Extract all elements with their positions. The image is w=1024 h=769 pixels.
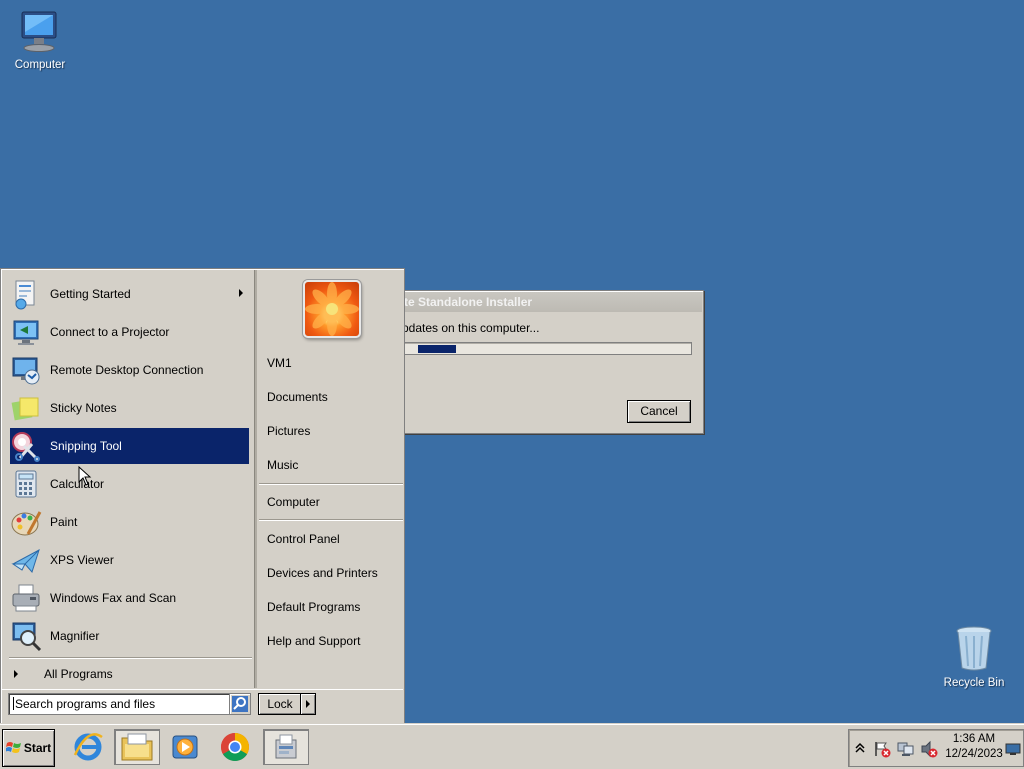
submenu-arrow-icon [239, 289, 243, 297]
progress-fill [418, 345, 456, 353]
lock-button[interactable]: Lock [258, 693, 302, 715]
projector-icon [10, 316, 42, 348]
start-label: Start [23, 741, 52, 755]
taskbar-installer[interactable] [263, 729, 309, 765]
program-magnifier[interactable]: Magnifier [10, 618, 249, 654]
windows-logo-icon [5, 742, 21, 753]
desktop-icon-recycle-bin[interactable]: Recycle Bin [934, 624, 1014, 689]
system-clock[interactable]: 1:36 AM 12/24/2023 [945, 732, 1003, 762]
place-computer[interactable]: Computer [267, 495, 320, 509]
chevron-right-icon [306, 700, 310, 708]
magnifier-icon [10, 620, 42, 652]
program-xps-viewer[interactable]: XPS Viewer [10, 542, 249, 578]
start-menu: Getting Started Connect to a Projector R… [0, 268, 405, 724]
desktop-icon-computer[interactable]: Computer [0, 8, 80, 71]
fax-scan-icon [10, 582, 42, 614]
search-icon [232, 696, 248, 712]
program-label: Paint [50, 515, 78, 529]
search-input[interactable]: Search programs and files [8, 693, 230, 715]
place-pictures[interactable]: Pictures [267, 424, 310, 438]
place-help-support[interactable]: Help and Support [267, 634, 360, 648]
desktop-icon-label: Recycle Bin [943, 677, 1005, 689]
place-documents[interactable]: Documents [267, 390, 328, 404]
program-snipping-tool[interactable]: Snipping Tool [10, 428, 249, 464]
places-divider [259, 483, 403, 485]
programs-list: Getting Started Connect to a Projector R… [2, 270, 254, 688]
internet-explorer-icon [73, 733, 103, 761]
text-caret [13, 697, 14, 710]
programs-divider [9, 657, 252, 659]
program-remote-desktop[interactable]: Remote Desktop Connection [10, 352, 249, 388]
clock-time: 1:36 AM [952, 733, 996, 745]
program-label: Connect to a Projector [50, 325, 170, 339]
dialog-title-text: te Standalone Installer [404, 295, 533, 309]
flower-icon [305, 282, 359, 336]
place-default-programs[interactable]: Default Programs [267, 600, 360, 614]
computer-icon [21, 11, 57, 52]
action-center-flag-icon[interactable] [873, 740, 891, 758]
mouse-cursor-icon [78, 466, 92, 486]
chrome-icon [221, 733, 249, 761]
media-player-icon [172, 735, 198, 759]
place-user-folder[interactable]: VM1 [267, 356, 292, 370]
program-label: Getting Started [50, 287, 131, 301]
program-label: Magnifier [50, 629, 100, 643]
taskbar-windows-explorer[interactable] [114, 729, 160, 765]
xps-viewer-icon [10, 544, 42, 576]
calculator-icon [10, 468, 42, 500]
program-label: XPS Viewer [50, 553, 114, 567]
program-connect-projector[interactable]: Connect to a Projector [10, 314, 249, 350]
notification-area: 1:36 AM 12/24/2023 [848, 729, 1024, 767]
user-picture[interactable] [303, 280, 361, 338]
dialog-message: pdates on this computer... [402, 321, 540, 335]
volume-muted-icon[interactable] [920, 740, 938, 758]
search-placeholder: Search programs and files [15, 697, 156, 711]
all-programs-button[interactable]: All Programs [10, 664, 250, 684]
progress-bar [402, 342, 692, 355]
program-calculator[interactable]: Calculator [10, 466, 249, 502]
clock-date: 12/24/2023 [945, 748, 1003, 760]
taskbar-media-player[interactable] [162, 729, 208, 765]
start-button[interactable]: Start [2, 729, 55, 767]
sticky-notes-icon [10, 392, 42, 424]
remote-desktop-icon [10, 354, 42, 386]
recycle-bin-icon [956, 626, 992, 671]
program-paint[interactable]: Paint [10, 504, 249, 540]
getting-started-icon [10, 278, 42, 310]
place-music[interactable]: Music [267, 458, 298, 472]
taskbar: Start 1:36 AM 12/24/2023 [0, 724, 1024, 769]
taskbar-chrome[interactable] [212, 729, 258, 765]
program-label: Snipping Tool [50, 439, 122, 453]
paint-icon [10, 506, 42, 538]
show-desktop-icon[interactable] [1005, 742, 1021, 758]
snipping-tool-icon [10, 430, 42, 462]
show-hidden-icons-chevron-icon[interactable] [854, 741, 870, 757]
program-label: Sticky Notes [50, 401, 117, 415]
place-control-panel[interactable]: Control Panel [267, 532, 340, 546]
taskbar-internet-explorer[interactable] [65, 729, 111, 765]
places-divider [259, 519, 403, 521]
place-devices-printers[interactable]: Devices and Printers [267, 566, 378, 580]
places-pane: VM1 Documents Pictures Music Computer Co… [257, 270, 403, 688]
windows-explorer-icon [121, 733, 153, 761]
program-getting-started[interactable]: Getting Started [10, 276, 249, 312]
cancel-button[interactable]: Cancel [627, 400, 691, 423]
desktop-icon-label: Computer [14, 59, 66, 71]
search-button[interactable] [229, 693, 251, 715]
program-sticky-notes[interactable]: Sticky Notes [10, 390, 249, 426]
all-programs-arrow-icon [14, 670, 18, 678]
program-label: Remote Desktop Connection [50, 363, 204, 377]
program-fax-scan[interactable]: Windows Fax and Scan [10, 580, 249, 616]
all-programs-label: All Programs [44, 667, 113, 681]
network-icon[interactable] [897, 740, 914, 756]
program-label: Windows Fax and Scan [50, 591, 177, 605]
start-menu-bottom-bar: Search programs and files Lock [2, 689, 403, 723]
shutdown-options-button[interactable] [300, 693, 316, 715]
installer-icon [275, 734, 297, 759]
